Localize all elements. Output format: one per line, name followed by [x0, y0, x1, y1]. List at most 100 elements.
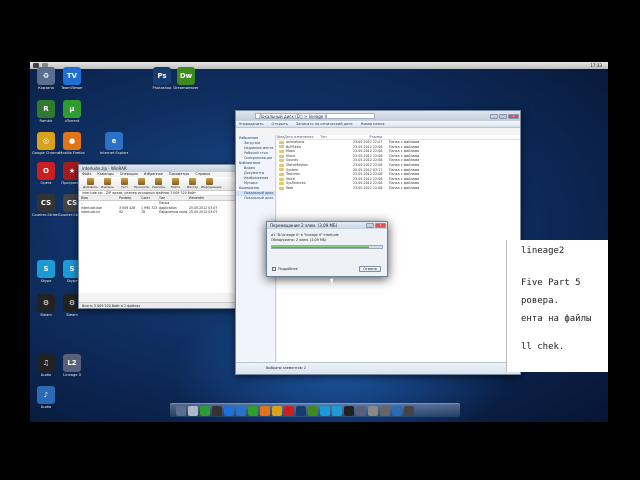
app-icon: CS	[37, 194, 55, 212]
toolbar-button[interactable]: Добавить	[82, 177, 99, 190]
app-icon: Ps	[153, 67, 171, 85]
tool-label: Добавить	[82, 185, 99, 189]
toolbar-button[interactable]: Тест	[116, 177, 133, 190]
dock-app-icon[interactable]	[176, 405, 186, 416]
desktop-icon-label: Skype	[40, 279, 52, 283]
column-header[interactable]: Размер	[117, 196, 139, 200]
dock-app-icon[interactable]	[356, 405, 366, 416]
list-item[interactable]: Web 23.05.2012 22:08 Папка с файлами	[277, 186, 520, 191]
file-date: 23.05.2012 22:08	[353, 185, 383, 190]
column-header[interactable]: Дата изменения	[284, 135, 320, 139]
cancel-button[interactable]: Отмена	[359, 266, 381, 272]
sidebar-item[interactable]: Локальный диск (D:)	[236, 196, 275, 201]
dock-app-icon[interactable]	[332, 405, 342, 416]
desktop-icon-label: Steam	[66, 313, 78, 317]
dock-app-icon[interactable]	[188, 405, 198, 416]
toolbar-button[interactable]: Удалить	[150, 177, 167, 190]
desktop-icon[interactable]: ♪ Audio	[32, 386, 60, 409]
dock-app-icon[interactable]	[248, 405, 258, 416]
column-header[interactable]: Тип	[320, 135, 354, 139]
dock-app-icon[interactable]	[212, 405, 222, 416]
file-type: Папка с файлами	[389, 185, 420, 190]
dock-app-icon[interactable]	[260, 405, 270, 416]
details-label: Подробнее	[278, 267, 298, 271]
close-button[interactable]: x	[375, 223, 386, 228]
desktop-icon[interactable]: µ uTorrent	[58, 100, 86, 123]
dock-app-icon[interactable]	[404, 405, 414, 416]
minimize-button[interactable]: _	[490, 113, 498, 119]
desktop-icon-label: Корзина	[38, 86, 54, 90]
dock-app-icon[interactable]	[320, 405, 330, 416]
desktop-icon-label: Mozilla Firefox	[59, 151, 85, 155]
dock-app-icon[interactable]	[308, 405, 318, 416]
explorer-address[interactable]: Локальный диск (D:) > lineage II	[255, 113, 375, 119]
toolbar-button[interactable]: Новая папка	[361, 122, 385, 126]
column-header[interactable]: Сжат	[139, 196, 157, 200]
toolbar-button[interactable]: Открыть	[272, 122, 288, 126]
toolbar-button[interactable]: Упорядочить	[239, 122, 264, 126]
dock-app-icon[interactable]	[392, 405, 402, 416]
menubar-clock: 17:33	[590, 63, 602, 68]
desktop-icon-label: Opera	[40, 181, 52, 185]
app-icon: e	[105, 132, 123, 150]
column-header[interactable]: Имя	[79, 196, 117, 200]
desktop-icon[interactable]: ♫ Audio	[32, 354, 60, 377]
dock-app-icon[interactable]	[296, 405, 306, 416]
desktop-icon-label: Dreamweaver	[173, 86, 199, 90]
app-icon: ♻	[37, 67, 55, 85]
desktop-icon[interactable]: ♻ Корзина	[32, 67, 60, 90]
move-progress-bar	[271, 245, 383, 249]
close-button[interactable]: x	[508, 113, 519, 119]
dock-app-icon[interactable]	[236, 405, 246, 416]
desktop-icon[interactable]: R Ramblr	[32, 100, 60, 123]
file-name-cell: Web	[277, 186, 353, 191]
maximize-button[interactable]: □	[499, 113, 507, 119]
dock-app-icon[interactable]	[224, 405, 234, 416]
tool-label: Извлечь	[101, 185, 114, 189]
toolbar-button[interactable]: Информация	[201, 177, 221, 190]
desktop-icon[interactable]: L2 Lineage II	[58, 354, 86, 377]
dock-app-icon[interactable]	[344, 405, 354, 416]
desktop-icon-label: uTorrent	[64, 119, 80, 123]
desktop-icon[interactable]: ⚙ Steam	[32, 294, 60, 317]
dialog-source-dest: из "D:\lineage II" в "lineage II" Interl…	[271, 233, 339, 237]
desktop-icon[interactable]: e Internet Explorer	[100, 132, 128, 155]
column-header[interactable]: Тип	[157, 196, 187, 200]
toolbar-button[interactable]: Просмотр	[133, 177, 150, 190]
desktop-icon[interactable]: ◎ Google Chrome	[32, 132, 60, 155]
app-icon: L2	[63, 354, 81, 372]
toolbar-button[interactable]: Найти	[167, 177, 184, 190]
folder-icon	[279, 177, 284, 181]
dock-app-icon[interactable]	[272, 405, 282, 416]
column-header[interactable]: Имя	[277, 135, 284, 139]
toolbar-button[interactable]: Извлечь	[99, 177, 116, 190]
column-header[interactable]: Изменён	[187, 196, 227, 200]
dock-app-icon[interactable]	[284, 405, 294, 416]
folder-icon	[279, 154, 284, 158]
dock-app-icon[interactable]	[200, 405, 210, 416]
dock-app-icon[interactable]	[380, 405, 390, 416]
dock	[170, 403, 460, 417]
dock-app-icon[interactable]	[368, 405, 378, 416]
minimize-button[interactable]: _	[366, 223, 374, 228]
app-icon: ●	[63, 132, 81, 150]
toolbar-button[interactable]: Мастер	[184, 177, 201, 190]
tool-icon	[155, 178, 162, 185]
desktop-icon[interactable]: ● Mozilla Firefox	[58, 132, 86, 155]
desktop-icon[interactable]: Dw Dreamweaver	[172, 67, 200, 90]
toolbar-button[interactable]: Записать на оптический диск	[296, 122, 353, 126]
top-menubar: 17:33	[30, 62, 608, 69]
tool-icon	[104, 178, 111, 185]
desktop-icon[interactable]: O Opera	[32, 162, 60, 185]
desktop-icon[interactable]: CSCounter-Strike 1.6	[32, 194, 60, 217]
column-header[interactable]: Размер	[354, 135, 384, 139]
details-toggle[interactable]: Подробнее	[272, 267, 298, 271]
move-progress-dialog: Перемещение 2 элем. (3,09 МБ) _ x из "D:\…	[266, 221, 388, 277]
desktop-icon-label: Steam	[40, 313, 52, 317]
folder-icon	[279, 149, 284, 153]
tool-label: Тест	[120, 185, 129, 189]
desktop-icon-label: TeamViewer	[61, 86, 83, 90]
desktop-icon[interactable]: S Skype	[32, 260, 60, 283]
desktop-icon[interactable]: TV TeamViewer	[58, 67, 86, 90]
desktop-icon-label: Lineage II	[63, 373, 81, 377]
